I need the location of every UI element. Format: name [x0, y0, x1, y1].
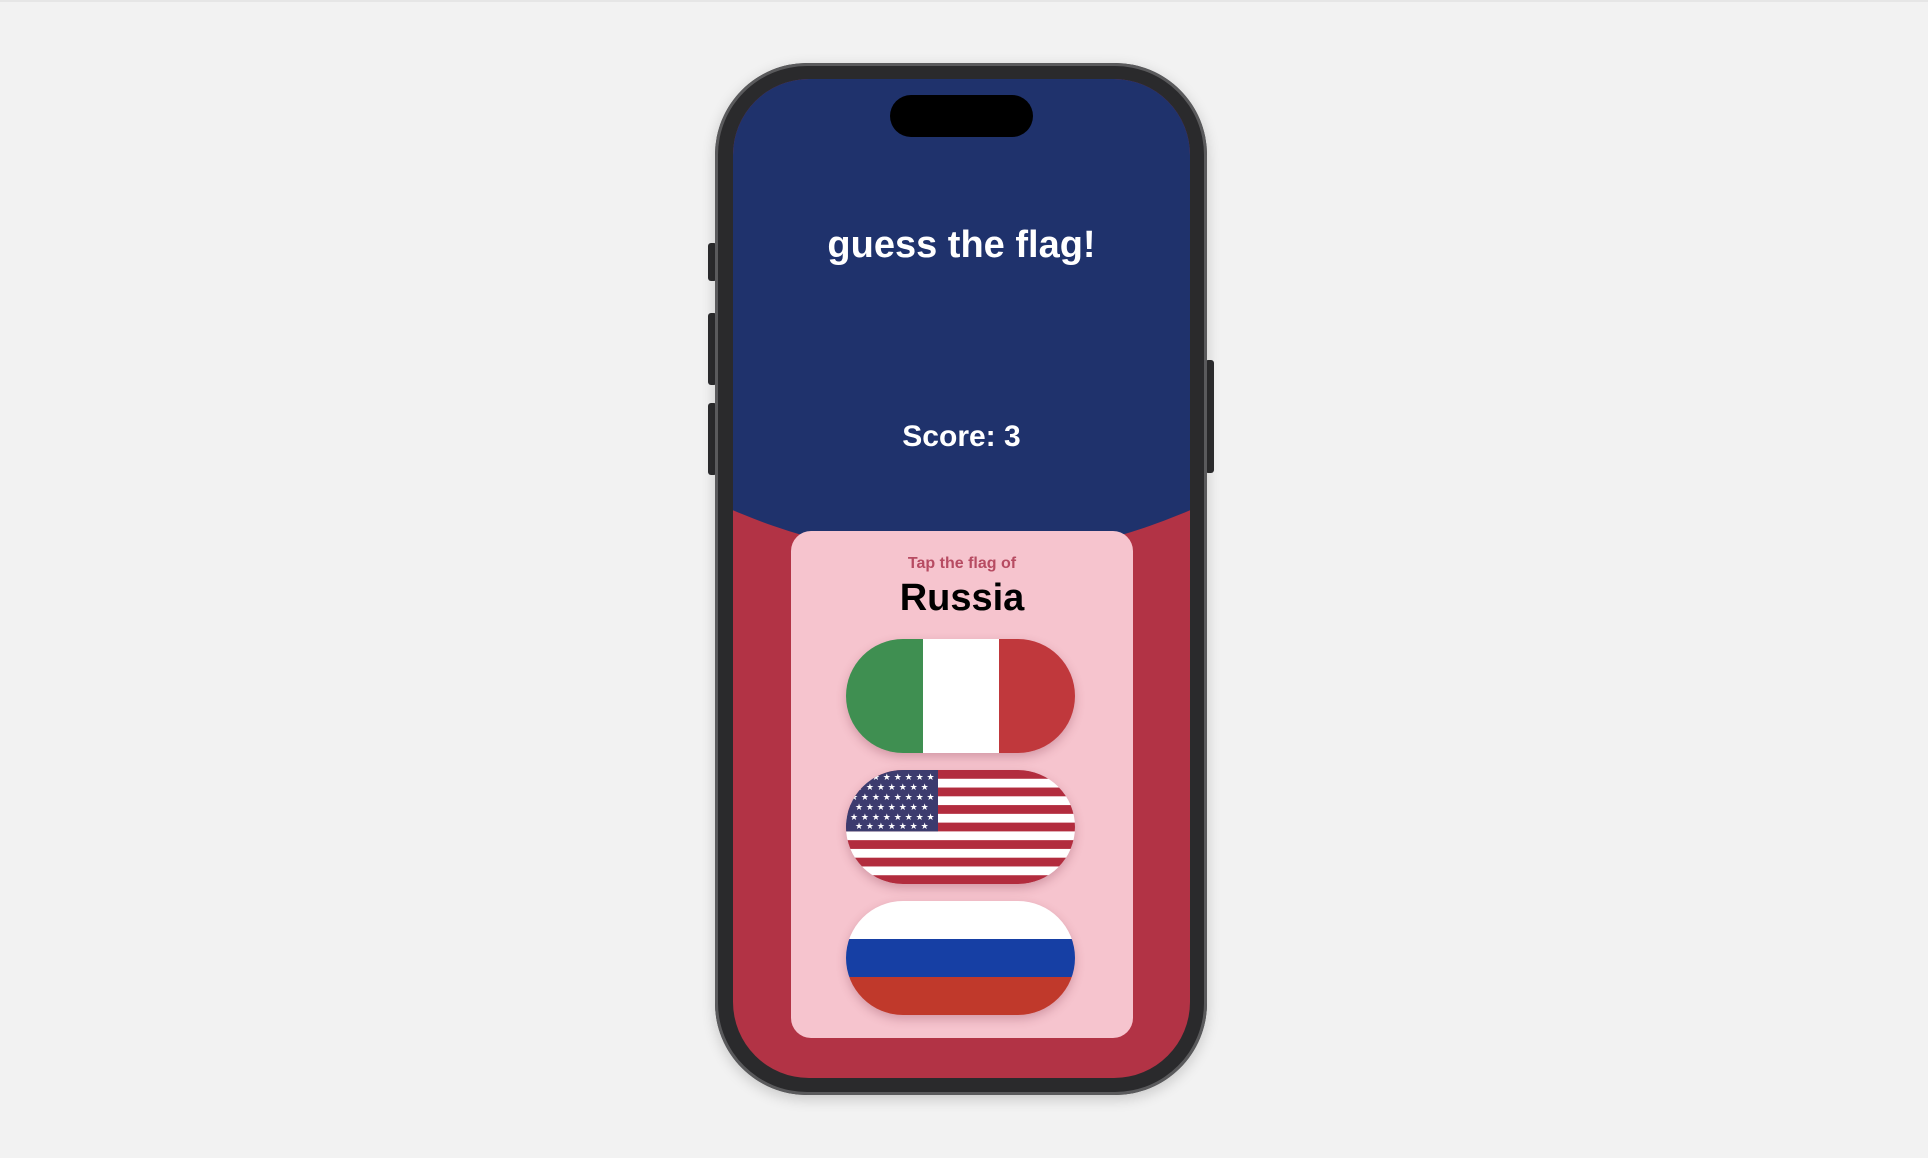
flag-button-russia[interactable]	[846, 901, 1075, 1015]
svg-text:★ ★ ★ ★ ★ ★ ★: ★ ★ ★ ★ ★ ★ ★	[855, 803, 929, 813]
usa-flag-icon: ★ ★ ★ ★ ★ ★ ★ ★ ★ ★ ★ ★ ★ ★ ★ ★ ★ ★ ★ ★ …	[846, 770, 1075, 884]
svg-text:★ ★ ★ ★ ★ ★ ★ ★: ★ ★ ★ ★ ★ ★ ★ ★	[850, 773, 935, 783]
svg-text:★ ★ ★ ★ ★ ★ ★: ★ ★ ★ ★ ★ ★ ★	[855, 822, 929, 832]
italy-flag-icon	[846, 639, 1075, 753]
phone-screen: guess the flag! Score: 3 Tap the flag of…	[733, 79, 1190, 1078]
question-card: Tap the flag of Russia ★ ★ ★ ★ ★ ★ ★ ★ ★…	[791, 531, 1133, 1038]
russia-flag-icon	[846, 901, 1075, 1015]
dynamic-island	[890, 95, 1033, 137]
question-prompt: Tap the flag of	[907, 555, 1017, 572]
question-country: Russia	[899, 577, 1025, 619]
score-label: Score: 3	[902, 420, 1021, 453]
header-background-arc	[733, 79, 1190, 558]
flag-button-usa[interactable]: ★ ★ ★ ★ ★ ★ ★ ★ ★ ★ ★ ★ ★ ★ ★ ★ ★ ★ ★ ★ …	[846, 770, 1075, 884]
app-title: guess the flag!	[827, 224, 1096, 266]
flag-button-italy[interactable]	[846, 639, 1075, 753]
window-top-edge	[0, 0, 1928, 2]
svg-text:★ ★ ★ ★ ★ ★ ★ ★: ★ ★ ★ ★ ★ ★ ★ ★	[850, 793, 935, 803]
svg-text:★ ★ ★ ★ ★ ★ ★: ★ ★ ★ ★ ★ ★ ★	[855, 783, 929, 793]
